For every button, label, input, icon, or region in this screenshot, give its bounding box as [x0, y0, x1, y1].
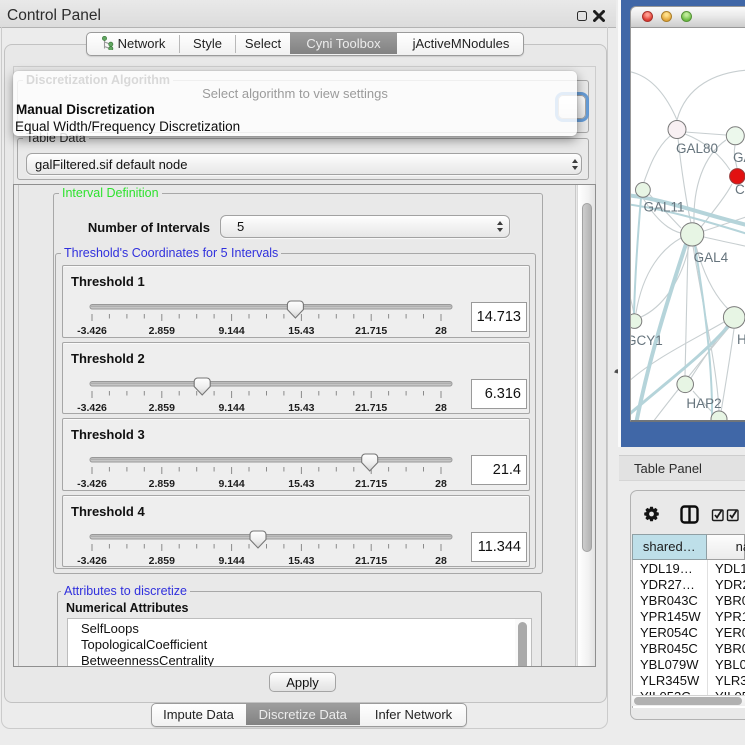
svg-text:-3.426: -3.426 — [77, 555, 107, 567]
svg-text:HAP2: HAP2 — [686, 396, 721, 411]
svg-text:21.715: 21.715 — [355, 555, 387, 567]
svg-text:GAL11: GAL11 — [644, 200, 685, 215]
svg-text:15.43: 15.43 — [288, 402, 314, 414]
svg-text:GAL80: GAL80 — [676, 141, 718, 156]
svg-text:15.43: 15.43 — [288, 325, 314, 337]
svg-text:CD: CD — [735, 182, 745, 197]
svg-text:9.144: 9.144 — [218, 555, 244, 567]
svg-text:2.859: 2.859 — [149, 325, 175, 337]
svg-text:2.859: 2.859 — [149, 555, 175, 567]
svg-text:-3.426: -3.426 — [77, 402, 107, 414]
svg-text:GA: GA — [733, 150, 745, 165]
svg-text:21.715: 21.715 — [355, 478, 387, 490]
svg-text:15.43: 15.43 — [288, 478, 314, 490]
svg-text:9.144: 9.144 — [218, 325, 244, 337]
svg-text:-3.426: -3.426 — [77, 478, 107, 490]
svg-text:2.859: 2.859 — [149, 402, 175, 414]
svg-text:GCY1: GCY1 — [631, 333, 663, 348]
svg-text:15.43: 15.43 — [288, 555, 314, 567]
svg-text:28: 28 — [435, 402, 447, 414]
svg-text:21.715: 21.715 — [355, 402, 387, 414]
svg-text:28: 28 — [435, 325, 447, 337]
svg-text:9.144: 9.144 — [218, 478, 244, 490]
svg-text:21.715: 21.715 — [355, 325, 387, 337]
svg-text:GAL4: GAL4 — [694, 250, 729, 265]
svg-text:28: 28 — [435, 478, 447, 490]
svg-text:2.859: 2.859 — [149, 478, 175, 490]
svg-text:28: 28 — [435, 555, 447, 567]
svg-text:9.144: 9.144 — [218, 402, 244, 414]
svg-text:-3.426: -3.426 — [77, 325, 107, 337]
svg-text:H: H — [737, 332, 745, 347]
